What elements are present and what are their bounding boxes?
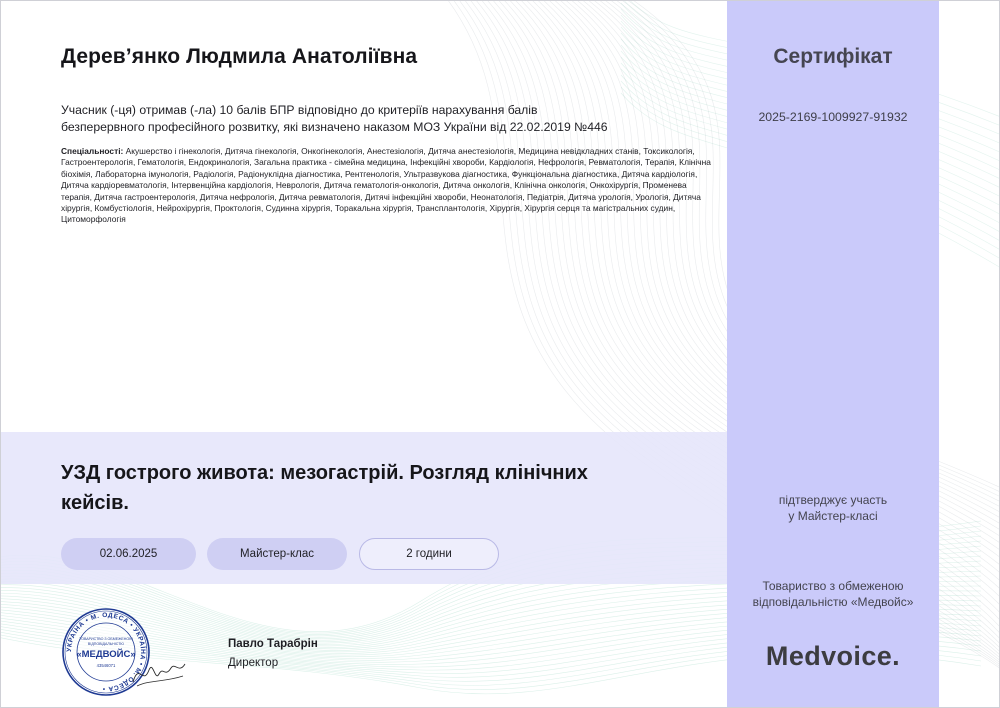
confirmation-line-2: у Майстер-класі [788, 509, 878, 523]
recipient-name: Дерев’янко Людмила Анатоліївна [61, 45, 418, 68]
specialties-block: Спеціальності: Акушерство і гінекологія,… [61, 146, 711, 226]
format-chip: Майстер-клас [207, 538, 347, 570]
course-title-line-2: кейсів. [61, 492, 129, 514]
cpd-statement-line-1: Учасник (-ця) отримав (-ла) 10 балів БПР… [61, 103, 538, 117]
company-line-2: відповідальністю «Медвойс» [752, 595, 914, 609]
signer-role: Директор [228, 657, 279, 669]
signer-name: Павло Тарабрін [228, 638, 318, 650]
duration-chip: 2 години [359, 538, 499, 570]
specialties-label: Спеціальності: [61, 146, 124, 156]
date-chip: 02.06.2025 [61, 538, 196, 570]
svg-text:ТОВАРИСТВО З ОБМЕЖЕНОЮ: ТОВАРИСТВО З ОБМЕЖЕНОЮ [79, 637, 133, 641]
certificate-title: Сертифікат [773, 45, 893, 68]
cpd-statement-line-2: безперервного професійного розвитку, які… [61, 120, 608, 134]
svg-text:43546071: 43546071 [97, 663, 116, 668]
course-title: УЗД гострого живота: мезогастрій. Розгля… [61, 458, 661, 518]
svg-text:ВІДПОВІДАЛЬНІСТЮ: ВІДПОВІДАЛЬНІСТЮ [88, 642, 124, 646]
issuer-company: Товариство з обмеженою відповідальністю … [727, 578, 939, 610]
course-title-line-1: УЗД гострого живота: мезогастрій. Розгля… [61, 462, 588, 484]
certificate-number: 2025-2169-1009927-91932 [758, 110, 908, 124]
svg-text:«МЕДВОЙС»: «МЕДВОЙС» [76, 648, 135, 660]
director-signature [132, 663, 186, 687]
certificate-sidebar: Сертифікат 2025-2169-1009927-91932 підтв… [727, 1, 939, 707]
specialties-list: Акушерство і гінекологія, Дитяча гінекол… [61, 146, 711, 225]
participation-confirmation: підтверджує участь у Майстер-класі [727, 492, 939, 524]
confirmation-line-1: підтверджує участь [778, 493, 888, 507]
medvoice-logo: Medvoice. [765, 641, 901, 671]
company-line-1: Товариство з обмеженою [762, 579, 904, 593]
certificate-page: Дерев’янко Людмила Анатоліївна Учасник (… [0, 0, 1000, 708]
cpd-statement: Учасник (-ця) отримав (-ла) 10 балів БПР… [61, 102, 671, 136]
